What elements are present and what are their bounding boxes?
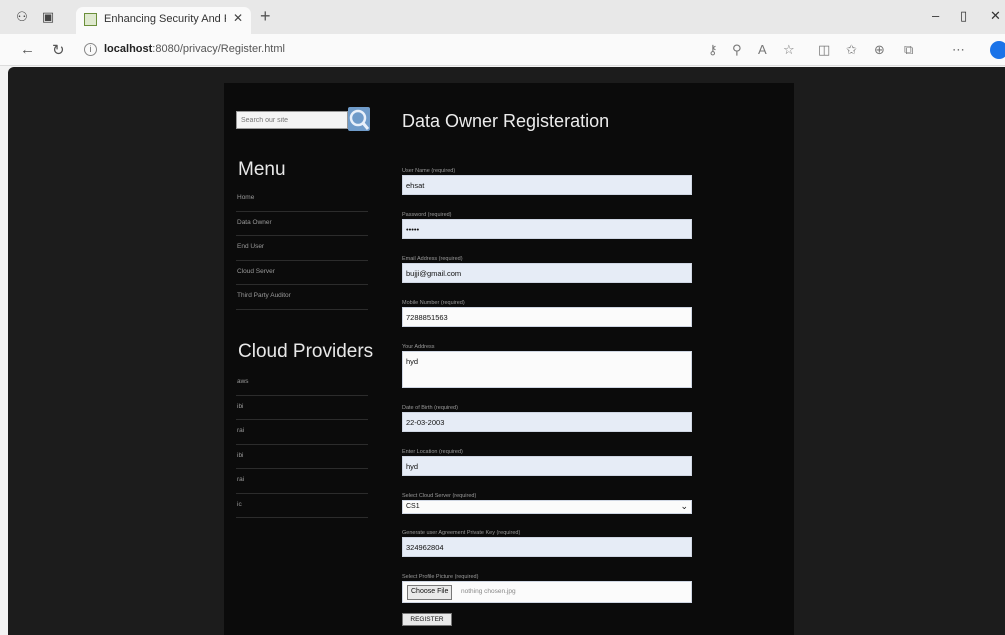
menu-item-data-owner[interactable]: Data Owner xyxy=(236,212,368,236)
new-tab-icon[interactable]: + xyxy=(260,6,271,27)
secret-key-input[interactable] xyxy=(402,537,692,557)
site-info-icon[interactable]: i xyxy=(84,43,97,56)
cloud-provider-item[interactable]: ibi xyxy=(236,445,368,469)
profile-picture-field: Choose File nothing chosen.jpg xyxy=(402,581,692,603)
search-box xyxy=(236,105,370,135)
read-aloud-icon[interactable]: A xyxy=(758,42,767,57)
more-menu-icon[interactable]: ⋯ xyxy=(952,42,965,58)
cloud-providers-heading: Cloud Providers xyxy=(238,341,374,362)
register-button[interactable]: REGISTER xyxy=(402,613,452,626)
location-label: Enter Location (required) xyxy=(402,449,463,455)
zoom-icon[interactable]: ⚲ xyxy=(732,42,742,58)
cloud-provider-item[interactable]: aws xyxy=(236,371,368,396)
cloud-provider-item[interactable]: ibi xyxy=(236,396,368,420)
url-path: :8080/privacy/Register.html xyxy=(152,43,285,55)
extensions-icon[interactable]: ⧉ xyxy=(904,42,913,58)
location-input[interactable] xyxy=(402,456,692,476)
menu-heading: Menu xyxy=(238,159,286,180)
favorites-icon[interactable]: ✩ xyxy=(846,42,857,58)
url-host: localhost xyxy=(104,43,153,55)
chevron-down-icon: ⌄ xyxy=(680,501,688,511)
cloud-provider-item[interactable]: ic xyxy=(236,494,368,518)
page-title: Data Owner Registeration xyxy=(402,111,610,131)
menu-item-end-user[interactable]: End User xyxy=(236,236,368,261)
email-label: Email Address (required) xyxy=(402,256,463,262)
profile-picture-label: Select Profile Picture (required) xyxy=(402,574,479,580)
cloud-provider-item[interactable]: rai xyxy=(236,420,368,445)
address-bar: ← ↻ i localhost:8080/privacy/Register.ht… xyxy=(0,34,1005,66)
chosen-file-name: nothing chosen.jpg xyxy=(461,588,516,595)
content-box: Menu Home Data Owner End User Cloud Serv… xyxy=(224,83,794,635)
username-label: User Name (required) xyxy=(402,168,456,174)
email-input[interactable] xyxy=(402,263,692,283)
menu-list: Home Data Owner End User Cloud Server Th… xyxy=(236,187,368,310)
window-close-icon[interactable]: ✕ xyxy=(990,8,1001,24)
browser-profile-icon[interactable]: ⚇ xyxy=(14,9,30,25)
address-label: Your Address xyxy=(402,344,435,350)
tab-favicon-icon xyxy=(84,13,97,26)
copilot-icon[interactable] xyxy=(990,41,1005,59)
cloud-providers-list: aws ibi rai ibi rai ic xyxy=(236,371,368,518)
mobile-label: Mobile Number (required) xyxy=(402,300,465,306)
menu-item-third-party-auditor[interactable]: Third Party Auditor xyxy=(236,285,368,310)
restore-icon[interactable]: ▯ xyxy=(960,8,967,24)
mobile-input[interactable] xyxy=(402,307,692,327)
tab-close-icon[interactable]: ✕ xyxy=(233,11,243,25)
cloud-server-value: CS1 xyxy=(406,503,420,510)
page-viewport: Menu Home Data Owner End User Cloud Serv… xyxy=(8,67,1005,635)
browser-tab[interactable]: Enhancing Security And Privacy ✕ xyxy=(76,7,251,34)
favorite-star-icon[interactable]: ☆ xyxy=(783,42,795,58)
password-input[interactable] xyxy=(402,219,692,239)
username-input[interactable] xyxy=(402,175,692,195)
tab-actions-icon[interactable]: ▣ xyxy=(40,9,56,25)
minimize-icon[interactable]: – xyxy=(932,8,939,23)
refresh-icon[interactable]: ↻ xyxy=(52,41,65,59)
secret-key-label: Generate user Agreement Private Key (req… xyxy=(402,530,521,536)
browser-titlebar: ⚇ ▣ Enhancing Security And Privacy ✕ + –… xyxy=(0,0,1005,34)
dob-input[interactable] xyxy=(402,412,692,432)
collections-icon[interactable]: ⊕ xyxy=(874,42,885,58)
tab-title: Enhancing Security And Privacy xyxy=(104,13,226,25)
cloud-server-select[interactable]: CS1 ⌄ xyxy=(402,500,692,514)
menu-item-home[interactable]: Home xyxy=(236,187,368,212)
address-textarea[interactable]: hyd xyxy=(402,351,692,388)
url-field[interactable]: localhost:8080/privacy/Register.html xyxy=(104,43,285,55)
dob-label: Date of Birth (required) xyxy=(402,405,458,411)
key-icon[interactable]: ⚷ xyxy=(708,42,718,58)
cloud-server-label: Select Cloud Server (required) xyxy=(402,493,477,499)
cloud-provider-item[interactable]: rai xyxy=(236,469,368,494)
choose-file-button[interactable]: Choose File xyxy=(407,585,453,600)
menu-item-cloud-server[interactable]: Cloud Server xyxy=(236,261,368,285)
registration-form: User Name (required) Password (required)… xyxy=(402,167,694,626)
search-input[interactable] xyxy=(236,111,348,129)
search-icon[interactable] xyxy=(344,105,372,133)
password-label: Password (required) xyxy=(402,212,452,218)
split-screen-icon[interactable]: ◫ xyxy=(818,42,830,58)
back-icon[interactable]: ← xyxy=(20,41,35,58)
